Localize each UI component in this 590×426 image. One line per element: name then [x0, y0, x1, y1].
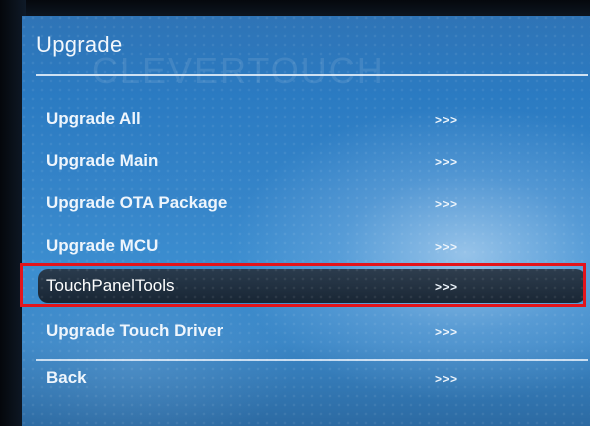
arrow-icon: >>>	[435, 372, 458, 386]
menu-item-upgrade-main[interactable]: Upgrade Main >>>	[38, 144, 586, 178]
selection-highlight-outline	[20, 263, 586, 307]
menu-item-label: Upgrade MCU	[46, 236, 159, 255]
menu-item-upgrade-all[interactable]: Upgrade All >>>	[38, 102, 586, 136]
menu-item-label: Upgrade OTA Package	[46, 193, 228, 212]
arrow-icon: >>>	[435, 155, 458, 169]
menu-item-label: Upgrade All	[46, 109, 141, 128]
arrow-icon: >>>	[435, 325, 458, 339]
upgrade-menu: Upgrade All >>> Upgrade Main >>> Upgrade…	[22, 16, 590, 426]
arrow-icon: >>>	[435, 240, 458, 254]
menu-item-upgrade-mcu[interactable]: Upgrade MCU >>>	[38, 229, 586, 263]
arrow-icon: >>>	[435, 113, 458, 127]
tv-screen: CLEVERTOUCH Upgrade Upgrade All >>> Upgr…	[22, 16, 590, 426]
back-divider	[36, 359, 588, 361]
menu-item-upgrade-ota-package[interactable]: Upgrade OTA Package >>>	[38, 186, 586, 220]
menu-item-label: Upgrade Touch Driver	[46, 321, 224, 340]
menu-item-label: Upgrade Main	[46, 151, 159, 170]
arrow-icon: >>>	[435, 197, 458, 211]
menu-item-label: Back	[46, 368, 87, 387]
menu-item-back[interactable]: Back >>>	[38, 361, 586, 395]
menu-item-upgrade-touch-driver[interactable]: Upgrade Touch Driver >>>	[38, 314, 586, 348]
